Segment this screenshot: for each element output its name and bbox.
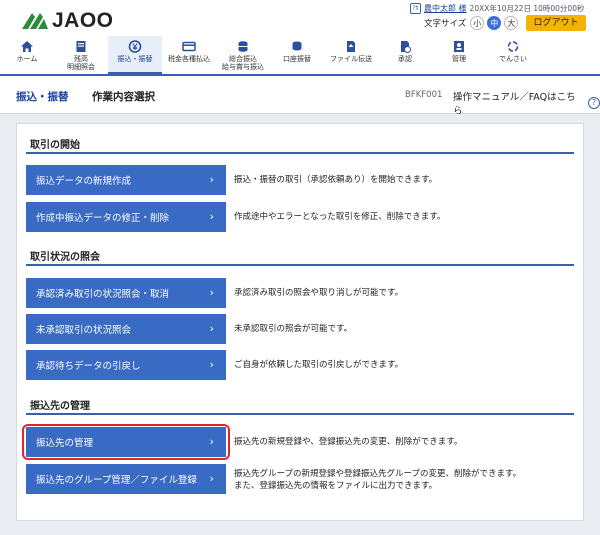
section-title: 振込先の管理 [30, 401, 90, 412]
logout-button[interactable]: ログアウト [526, 15, 586, 31]
section-title: 取引状況の照会 [30, 252, 100, 263]
nav-label: 残高 明細照会 [67, 55, 95, 71]
nav-label: ファイル伝送 [330, 55, 372, 63]
unapproved-status-button[interactable]: 未承認取引の状況照会 › [26, 314, 226, 344]
chevron-right-icon: › [209, 472, 214, 485]
edit-draft-transfer-button[interactable]: 作成中振込データの修正・削除 › [26, 202, 226, 232]
home-icon [21, 41, 33, 52]
page-header: 振込・振替 作業内容選択 BFKF001 操作マニュアル／FAQはこちら ? [0, 78, 600, 117]
nav-item-balance[interactable]: 残高 明細照会 [54, 36, 108, 74]
yen-coin-icon [128, 40, 142, 53]
highlight-frame [22, 424, 230, 460]
nav-item-tax[interactable]: 税金各種払込 [162, 36, 216, 74]
nav-label: 承認 [398, 55, 412, 63]
nav-item-transfer[interactable]: 振込・振替 [108, 36, 162, 74]
login-datetime: 20XX年10月22日 10時00分00秒 [469, 4, 585, 13]
logo[interactable]: JAOO [20, 9, 114, 33]
section-divider [26, 264, 574, 266]
page-category: 振込・振替 [16, 91, 69, 103]
action-description: 振込先グループの新規登録や登録振込先グループの変更、削除ができます。 また、登録… [234, 469, 522, 491]
approved-status-button[interactable]: 承認済み取引の状況照会・取消 › [26, 278, 226, 308]
coins-stack-icon [238, 41, 248, 52]
font-size-label: 文字サイズ [424, 19, 467, 29]
font-size-medium-button[interactable]: 中 [487, 16, 502, 30]
logo-mark-icon [22, 13, 48, 29]
payee-group-file-button[interactable]: 振込先のグループ管理／ファイル登録 › [26, 464, 226, 494]
user-info: ｱｶ 農中太郎 様 20XX年10月22日 10時00分00秒 [410, 3, 584, 14]
action-description: 未承認取引の照会が可能です。 [234, 324, 353, 334]
nav-item-file-transfer[interactable]: ファイル伝送 [324, 36, 378, 74]
screen-code: BFKF001 [405, 90, 443, 100]
button-label: 作成中振込データの修正・削除 [36, 213, 170, 224]
nav-label: 振込・振替 [117, 55, 153, 63]
nav-label: 総合振込 給与賞与振込 [222, 55, 264, 71]
help-link-label: 操作マニュアル／FAQはこちら [453, 92, 576, 117]
chevron-right-icon: › [209, 286, 214, 299]
action-description: 承認済み取引の照会や取り消しが可能です。 [234, 288, 404, 298]
nav-item-densai[interactable]: でんさい [486, 36, 540, 74]
font-size-large-button[interactable]: 大 [504, 16, 519, 30]
card-icon [182, 41, 196, 52]
top-header: JAOO ｱｶ 農中太郎 様 20XX年10月22日 10時00分00秒 文字サ… [0, 0, 600, 36]
action-description: ご自身が依頼した取引の引戻しができます。 [234, 360, 404, 370]
button-label: 未承認取引の状況照会 [36, 325, 132, 336]
chevron-right-icon: › [209, 173, 214, 186]
section-divider [26, 152, 574, 154]
nav-item-approval[interactable]: 承認 [378, 36, 432, 74]
action-description: 振込先の新規登録や、登録振込先の変更、削除ができます。 [234, 437, 463, 447]
withdraw-pending-button[interactable]: 承認待ちデータの引戻し › [26, 350, 226, 380]
nav-label: でんさい [499, 55, 527, 63]
user-name[interactable]: 農中太郎 様 [424, 3, 467, 14]
section-divider [26, 413, 574, 415]
help-icon: ? [588, 97, 600, 109]
section-title: 取引の開始 [30, 140, 80, 151]
button-label: 承認待ちデータの引戻し [36, 361, 141, 372]
nav-label: ホーム [16, 55, 38, 63]
nav-item-account-transfer[interactable]: 口座振替 [270, 36, 324, 74]
nav-label: 管理 [452, 55, 466, 63]
densai-icon [507, 41, 519, 52]
file-upload-icon [347, 41, 355, 52]
passbook-icon [76, 41, 86, 52]
chevron-right-icon: › [209, 210, 214, 223]
admin-icon [454, 41, 464, 52]
approve-doc-icon [401, 41, 411, 53]
button-label: 承認済み取引の状況照会・取消 [36, 289, 170, 300]
nav-label: 口座振替 [283, 55, 311, 63]
action-description: 振込・振替の取引（承認依頼あり）を開始できます。 [234, 175, 438, 185]
nav-label: 税金各種払込 [168, 55, 210, 63]
nav-item-admin[interactable]: 管理 [432, 36, 486, 74]
font-size-small-button[interactable]: 小 [470, 16, 485, 30]
chevron-right-icon: › [209, 358, 214, 371]
logo-text: JAOO [52, 9, 114, 32]
create-transfer-button[interactable]: 振込データの新規作成 › [26, 165, 226, 195]
button-label: 振込データの新規作成 [36, 176, 132, 187]
nav-item-bulk-transfer[interactable]: 総合振込 給与賞与振込 [216, 36, 270, 74]
global-nav: ホーム 残高 明細照会 振込・振替 税金各種払込 総合振込 給与賞与振込 口座振… [0, 36, 600, 76]
button-label: 振込先のグループ管理／ファイル登録 [36, 475, 197, 486]
chevron-right-icon: › [209, 322, 214, 335]
user-icon: ｱｶ [410, 3, 421, 14]
font-size-selector: 文字サイズ 小 中 大 [424, 16, 521, 30]
coins-icon [292, 41, 302, 51]
help-link[interactable]: 操作マニュアル／FAQはこちら ? [453, 89, 600, 117]
page-title: 作業内容選択 [92, 91, 155, 103]
action-description: 作成途中やエラーとなった取引を修正、削除できます。 [234, 212, 446, 222]
nav-item-home[interactable]: ホーム [0, 36, 54, 74]
